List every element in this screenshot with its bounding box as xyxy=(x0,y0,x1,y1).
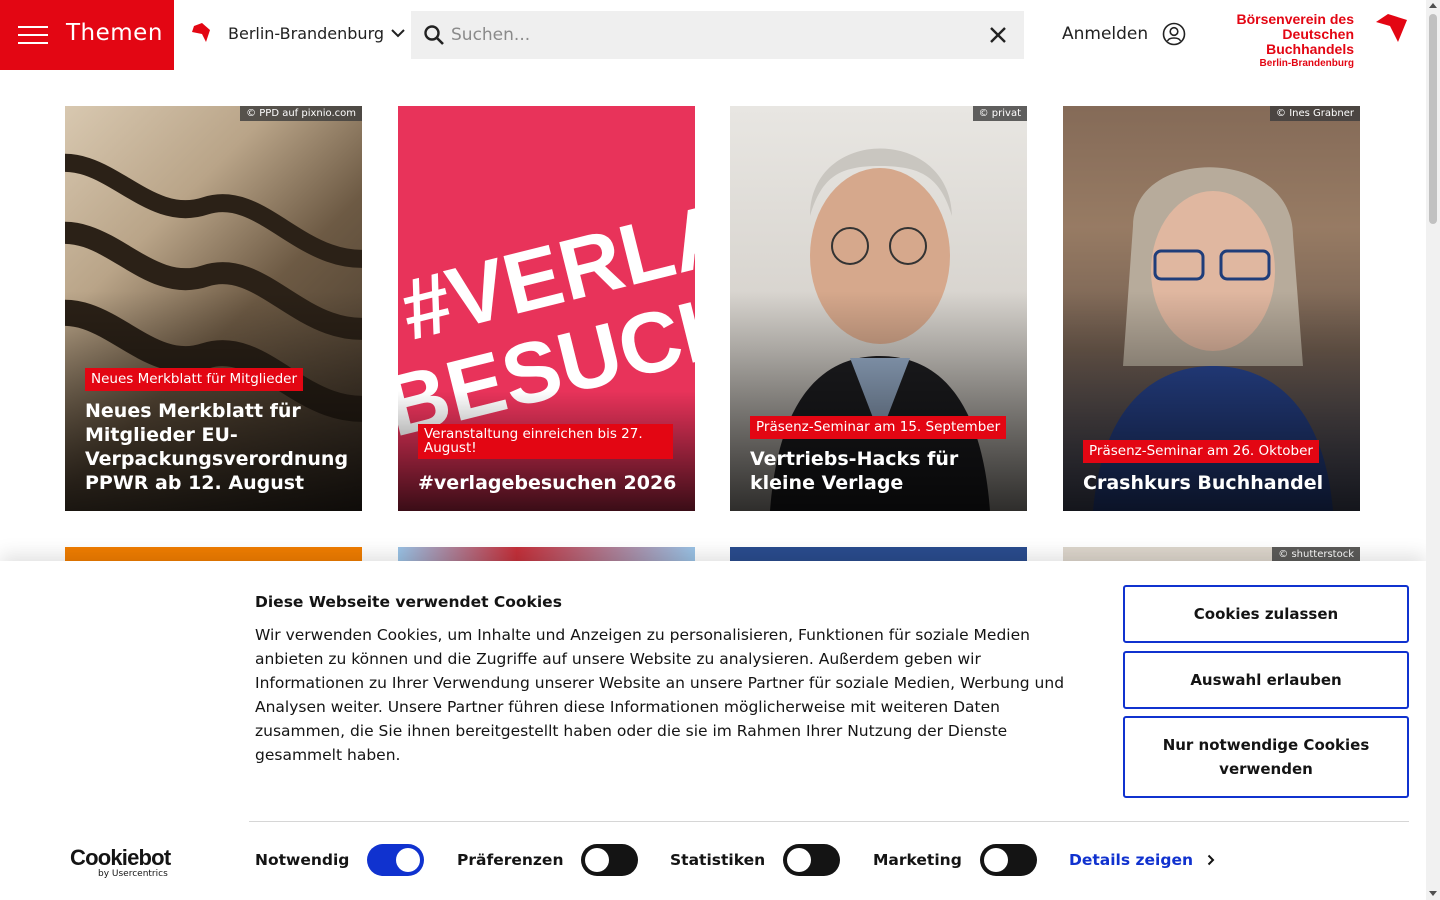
card-tag: Präsenz-Seminar am 15. September xyxy=(750,416,1007,439)
cookiebot-logo[interactable]: Cookiebot by Usercentrics xyxy=(70,845,180,879)
login-label: Anmelden xyxy=(1062,24,1149,44)
news-card-merkblatt[interactable]: © PPD auf pixnio.com Neues Merkblatt für… xyxy=(65,106,362,511)
logo-line2: Deutschen Buchhandels xyxy=(1266,26,1354,57)
image-credit: © PPD auf pixnio.com xyxy=(240,106,362,121)
statistiken-toggle[interactable] xyxy=(783,844,841,876)
news-card-vertriebs-hacks[interactable]: © privat Präsenz-Seminar am 15. Septembe… xyxy=(730,106,1027,511)
praeferenzen-toggle[interactable] xyxy=(581,844,639,876)
scroll-thumb[interactable] xyxy=(1429,14,1437,224)
hamburger-icon xyxy=(18,26,48,44)
show-details-link[interactable]: Details zeigen xyxy=(1069,851,1215,869)
cookie-divider xyxy=(249,821,1409,822)
image-credit: © shutterstock xyxy=(1272,547,1360,562)
card-tag: Neues Merkblatt für Mitglieder xyxy=(85,368,304,391)
site-header: Themen Berlin-Brandenburg Anmelden xyxy=(0,0,1426,70)
region-logo-icon xyxy=(192,23,210,42)
card-tag: Präsenz-Seminar am 26. Oktober xyxy=(1083,440,1319,463)
cookie-banner: Diese Webseite verwendet Cookies Wir ver… xyxy=(0,561,1426,900)
card-title: #verlagebesuchen 2026 xyxy=(418,472,677,494)
news-card-verlagebesuchen[interactable]: #VERLAGE BESUCHEN Veranstaltung einreich… xyxy=(398,106,695,511)
consent-option-marketing: Marketing xyxy=(873,844,1037,876)
allow-all-cookies-button[interactable]: Cookies zulassen xyxy=(1123,585,1409,643)
notwendig-toggle[interactable] xyxy=(367,844,425,876)
consent-option-statistiken: Statistiken xyxy=(670,844,841,876)
logo-line3: Berlin-Brandenburg xyxy=(1259,58,1354,69)
cookiebot-logo-main: Cookiebot xyxy=(70,845,171,870)
card-tag: Veranstaltung einreichen bis 27. August! xyxy=(418,424,673,459)
consent-option-praeferenzen: Präferenzen xyxy=(457,844,639,876)
consent-option-notwendig: Notwendig xyxy=(255,844,425,876)
scroll-up-arrow-icon[interactable] xyxy=(1429,3,1437,8)
scroll-down-arrow-icon[interactable] xyxy=(1429,891,1437,896)
themen-label: Themen xyxy=(66,20,163,46)
logo-mark-icon xyxy=(1376,14,1407,42)
marketing-toggle[interactable] xyxy=(979,844,1037,876)
search-input[interactable] xyxy=(451,19,971,51)
login-button[interactable]: Anmelden xyxy=(1062,22,1186,46)
necessary-cookies-only-button[interactable]: Nur notwendige Cookies verwenden xyxy=(1123,716,1409,798)
page-scrollbar[interactable] xyxy=(1426,0,1440,900)
region-selector[interactable]: Berlin-Brandenburg xyxy=(190,22,406,44)
card-title: Neues Merkblatt für Mitglieder EU-Verpac… xyxy=(85,400,349,494)
search-bar xyxy=(411,11,1024,59)
cookie-title: Diese Webseite verwendet Cookies xyxy=(255,593,562,611)
themen-menu-button[interactable]: Themen xyxy=(0,0,174,70)
chevron-down-icon xyxy=(391,29,405,38)
cookie-text: Wir verwenden Cookies, um Inhalte und An… xyxy=(255,626,1065,764)
logo-line1: Börsenverein des xyxy=(1236,11,1355,27)
region-label: Berlin-Brandenburg xyxy=(228,23,385,43)
news-card-crashkurs[interactable]: © Ines Grabner Präsenz-Seminar am 26. Ok… xyxy=(1063,106,1360,511)
site-logo[interactable]: Börsenverein des Deutschen Buchhandels B… xyxy=(1200,10,1410,69)
card-title: Crashkurs Buchhandel xyxy=(1083,472,1324,494)
consent-label: Marketing xyxy=(873,851,962,869)
search-icon[interactable] xyxy=(423,24,445,46)
chevron-right-icon xyxy=(1207,854,1215,866)
allow-selection-button[interactable]: Auswahl erlauben xyxy=(1123,651,1409,709)
card-title: Vertriebs-Hacks für kleine Verlage xyxy=(750,448,959,494)
close-icon[interactable] xyxy=(988,25,1008,45)
logo-text: Börsenverein des Deutschen Buchhandels B… xyxy=(1200,11,1355,70)
consent-label: Präferenzen xyxy=(457,851,564,869)
consent-label: Notwendig xyxy=(255,851,350,869)
consent-label: Statistiken xyxy=(670,851,766,869)
user-icon xyxy=(1162,22,1186,46)
details-label: Details zeigen xyxy=(1069,851,1193,869)
image-credit: © privat xyxy=(972,106,1027,121)
cookiebot-logo-sub: by Usercentrics xyxy=(98,869,168,879)
image-credit: © Ines Grabner xyxy=(1270,106,1360,121)
